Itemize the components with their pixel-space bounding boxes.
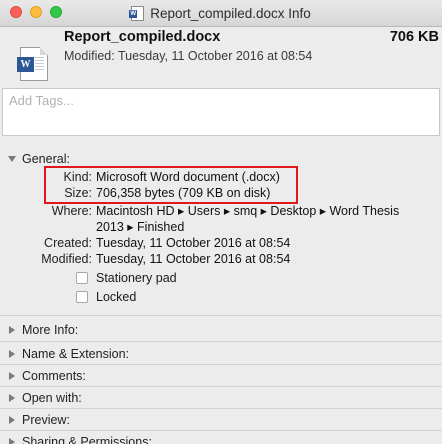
section-divider (0, 315, 442, 316)
size-value: 706,358 bytes (709 KB on disk) (96, 186, 271, 200)
created-value: Tuesday, 11 October 2016 at 08:54 (96, 236, 291, 250)
locked-checkbox[interactable] (76, 291, 88, 303)
file-size: 706 KB (389, 29, 439, 45)
kind-row: Kind: Microsoft Word document (.docx) (0, 169, 442, 185)
disclosure-right-icon (9, 372, 15, 380)
size-row: Size: 706,358 bytes (709 KB on disk) (0, 185, 442, 201)
section-divider (0, 386, 442, 387)
preview-section-header[interactable]: Preview: (8, 413, 70, 427)
file-name: Report_compiled.docx (64, 29, 221, 45)
modified-label: Modified: (41, 252, 92, 266)
comments-label: Comments: (22, 369, 86, 383)
open-with-section-header[interactable]: Open with: (8, 391, 82, 405)
disclosure-right-icon (9, 438, 15, 444)
sharing-permissions-label: Sharing & Permissions: (22, 435, 152, 444)
disclosure-down-icon (8, 156, 16, 162)
comments-section-header[interactable]: Comments: (8, 369, 86, 383)
modified-summary: Modified: Tuesday, 11 October 2016 at 08… (64, 49, 313, 63)
disclosure-right-icon (9, 416, 15, 424)
more-info-label: More Info: (22, 323, 79, 337)
created-row: Created: Tuesday, 11 October 2016 at 08:… (0, 235, 442, 251)
stationery-pad-label: Stationery pad (96, 271, 177, 285)
locked-label: Locked (96, 290, 137, 304)
tags-input[interactable]: Add Tags... (2, 88, 440, 136)
where-value: Macintosh HD ▸ Users ▸ smq ▸ Desktop ▸ W… (96, 204, 400, 218)
locked-option[interactable]: Locked (76, 289, 136, 305)
disclosure-right-icon (9, 394, 15, 402)
section-divider (0, 430, 442, 431)
where-row-continued: 2013 ▸ Finished (0, 219, 442, 235)
general-section-header[interactable]: General: (8, 152, 70, 166)
preview-label: Preview: (22, 413, 70, 427)
info-window: W Report_compiled.docx Info W Report_com… (0, 0, 442, 444)
modified-row: Modified: Tuesday, 11 October 2016 at 08… (0, 251, 442, 267)
word-file-icon: W (17, 47, 48, 81)
disclosure-right-icon (9, 326, 15, 334)
stationery-pad-option[interactable]: Stationery pad (76, 270, 177, 286)
open-with-label: Open with: (22, 391, 82, 405)
section-divider (0, 341, 442, 342)
word-document-icon: W (129, 5, 145, 21)
where-row: Where: Macintosh HD ▸ Users ▸ smq ▸ Desk… (0, 203, 442, 219)
kind-label: Kind: (63, 170, 93, 184)
modified-value: Tuesday, 11 October 2016 at 08:54 (96, 252, 291, 266)
title-bar: W Report_compiled.docx Info (0, 0, 442, 27)
where-label: Where: (51, 204, 92, 218)
more-info-section-header[interactable]: More Info: (8, 323, 78, 337)
size-label: Size: (64, 186, 92, 200)
window-title: Report_compiled.docx Info (150, 5, 311, 21)
general-section-label: General: (22, 152, 70, 166)
title-wrap: W Report_compiled.docx Info (0, 0, 442, 26)
name-extension-label: Name & Extension: (22, 347, 129, 361)
section-divider (0, 408, 442, 409)
section-divider (0, 364, 442, 365)
sharing-permissions-section-header[interactable]: Sharing & Permissions: (8, 435, 152, 444)
where-value-continued: 2013 ▸ Finished (96, 220, 185, 234)
stationery-pad-checkbox[interactable] (76, 272, 88, 284)
kind-value: Microsoft Word document (.docx) (96, 170, 280, 184)
name-extension-section-header[interactable]: Name & Extension: (8, 347, 129, 361)
created-label: Created: (44, 236, 92, 250)
disclosure-right-icon (9, 350, 15, 358)
